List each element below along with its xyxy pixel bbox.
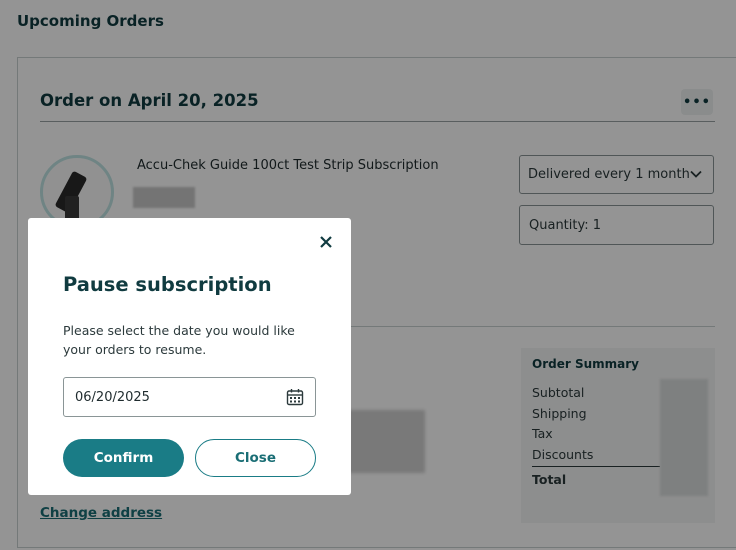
close-icon[interactable] (317, 233, 335, 251)
dialog-description: Please select the date you would like yo… (63, 323, 295, 357)
close-button[interactable]: Close (195, 439, 316, 477)
close-icon-glyph (320, 236, 332, 248)
confirm-button[interactable]: Confirm (63, 439, 184, 477)
pause-subscription-dialog: Pause subscription Please select the dat… (28, 218, 351, 495)
calendar-icon[interactable] (286, 388, 304, 406)
resume-date-input[interactable] (75, 389, 255, 405)
dialog-title: Pause subscription (63, 273, 272, 296)
resume-date-field[interactable] (63, 377, 316, 417)
